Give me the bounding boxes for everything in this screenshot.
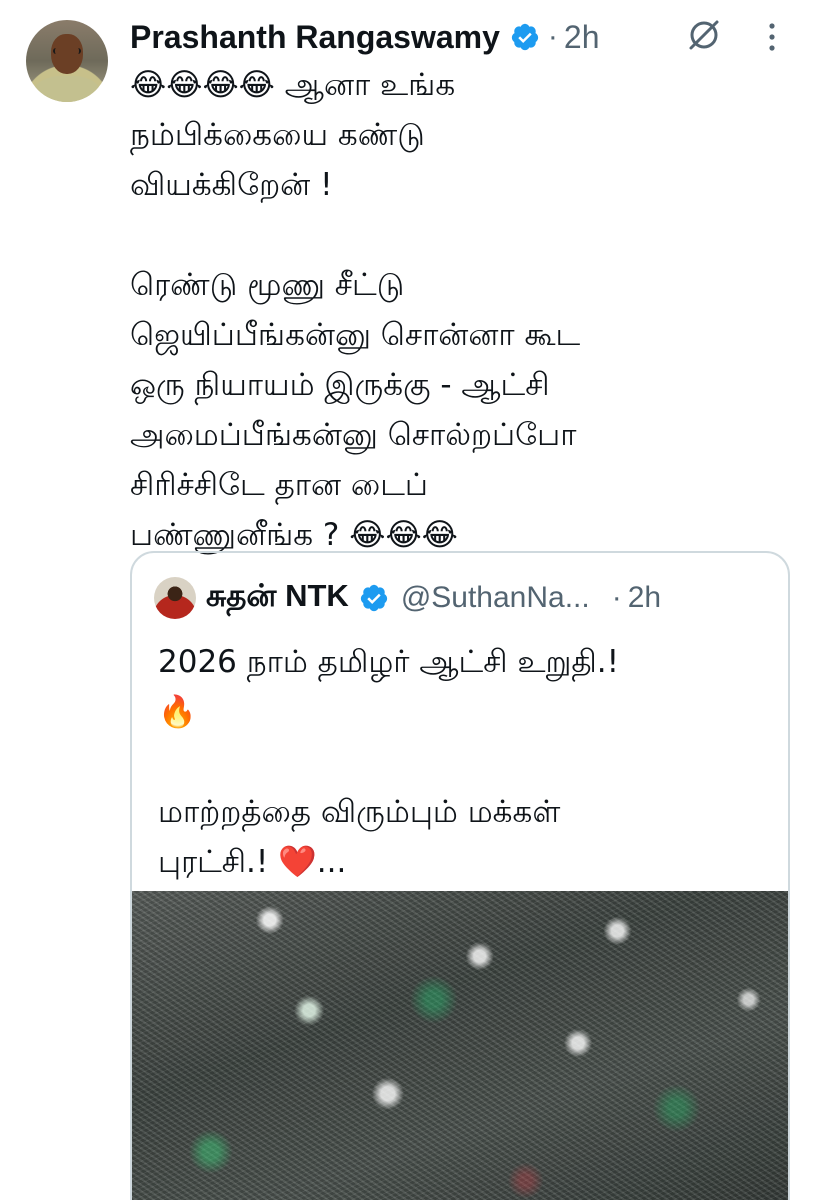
tweet-text-line: நம்பிக்கையை கண்டு bbox=[130, 117, 425, 153]
tweet-text-line: ஒரு நியாயம் இருக்கு - ஆட்சி bbox=[130, 367, 550, 403]
quoted-text-line: புரட்சி.! ❤️... bbox=[158, 844, 347, 880]
tweet-text-line: ரெண்டு மூணு சீட்டு bbox=[130, 267, 405, 303]
quoted-text-line: மாற்றத்தை விரும்பும் மக்கள் bbox=[158, 794, 561, 830]
quoted-author-name: சுதன் NTK bbox=[206, 578, 349, 613]
quoted-text-line: 🔥 bbox=[158, 694, 197, 730]
quoted-tweet-time: 2h bbox=[627, 581, 662, 614]
tweet-text: 😂😂😂😂 ஆனா உங்க நம்பிக்கையை கண்டு வியக்கிற… bbox=[130, 60, 770, 560]
tweet-text-line: ஜெயிப்பீங்கன்னு சொன்னா கூட bbox=[130, 317, 581, 353]
separator-dot: · bbox=[547, 20, 558, 53]
tweet-text-line: அமைப்பீங்கன்னு சொல்றப்போ bbox=[130, 417, 577, 453]
quoted-tweet[interactable]: சுதன் NTK @SuthanNa... · 2h 2026 நாம் தம… bbox=[130, 551, 790, 1200]
quoted-tweet-header: சுதன் NTK @SuthanNa... · 2h bbox=[154, 575, 768, 621]
more-vertical-icon[interactable] bbox=[766, 22, 778, 52]
verified-badge-icon bbox=[360, 584, 387, 612]
quoted-text-line: 2026 நாம் தமிழர் ஆட்சி உறுதி.! bbox=[158, 644, 620, 680]
tweet-text-line: வியக்கிறேன் ! bbox=[130, 167, 333, 203]
tweet-text-line: 😂😂😂😂 ஆனா உங்க bbox=[130, 67, 456, 103]
crowd-photo[interactable] bbox=[132, 891, 788, 1200]
avatar-shirt bbox=[34, 76, 100, 102]
tweet-time[interactable]: 2h bbox=[564, 19, 600, 56]
avatar-face bbox=[51, 34, 83, 74]
grok-icon[interactable] bbox=[687, 18, 721, 52]
avatar-glasses bbox=[53, 48, 81, 54]
quoted-author-handle: @SuthanNa... bbox=[400, 581, 590, 614]
separator-dot: · bbox=[611, 581, 622, 614]
author-name[interactable]: Prashanth Rangaswamy bbox=[130, 19, 500, 56]
tweet[interactable]: Prashanth Rangaswamy · 2h 😂😂😂😂 ஆனா உங்க … bbox=[0, 0, 814, 1200]
quoted-author-avatar bbox=[154, 577, 196, 619]
quoted-tweet-text: 2026 நாம் தமிழர் ஆட்சி உறுதி.! 🔥 மாற்றத்… bbox=[158, 637, 768, 887]
tweet-text-line: சிரிச்சிடே தான டைப் bbox=[130, 467, 428, 503]
verified-badge-icon[interactable] bbox=[510, 22, 540, 52]
author-avatar[interactable] bbox=[26, 20, 108, 102]
